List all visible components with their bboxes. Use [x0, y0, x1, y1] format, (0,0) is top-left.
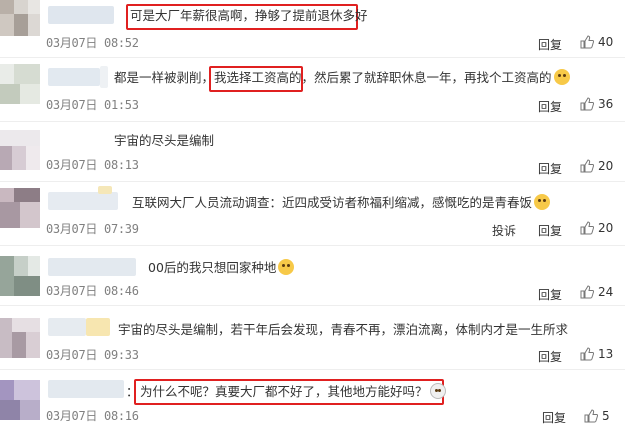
comment-text: 为什么不呢？真要大厂都不好了，其他地方能好吗？: [140, 383, 446, 401]
report-button[interactable]: 投诉: [492, 222, 516, 239]
username-blurred[interactable]: [98, 186, 112, 194]
comment-date: 03月07日 08:46: [46, 284, 139, 298]
like-count: 5: [602, 409, 610, 423]
thumbs-up-icon: [584, 409, 598, 423]
like-count: 36: [598, 97, 614, 111]
comment-date: 03月07日 09:33: [46, 348, 139, 362]
thumbs-up-icon: [580, 159, 594, 173]
avatar[interactable]: [0, 380, 40, 420]
like-button[interactable]: 20: [580, 159, 613, 173]
comment-text: 都是一样被剥削，我选择工资高的，然后累了就辞职休息一年，再找个工资高的: [114, 69, 570, 87]
comment-text: 宇宙的尽头是编制: [114, 133, 215, 148]
comment-text: 宇宙的尽头是编制，若干年后会发现，青春不再，漂泊流离，体制内才是一生所求: [118, 322, 569, 337]
reply-button[interactable]: 回复: [538, 36, 562, 53]
comment-item: 宇宙的尽头是编制 03月07日 08:13 回复 20: [0, 122, 625, 182]
comment-item: 宇宙的尽头是编制，若干年后会发现，青春不再，漂泊流离，体制内才是一生所求 03月…: [0, 306, 625, 370]
highlight-box: [209, 66, 303, 92]
panda-emoji: [429, 383, 446, 399]
comment-list: 可是大厂年薪很高啊，挣够了提前退休多好 03月07日 08:52 回复 40 都…: [0, 0, 625, 427]
username-blurred[interactable]: [86, 318, 110, 336]
like-count: 20: [598, 221, 614, 235]
like-button[interactable]: 36: [580, 97, 613, 111]
comment-date: 03月07日 01:53: [46, 98, 139, 112]
comment-text: 00后的我只想回家种地: [148, 259, 295, 277]
reply-button[interactable]: 回复: [542, 409, 566, 426]
comment-text: 可是大厂年薪很高啊，挣够了提前退休多好: [130, 8, 368, 23]
comment-text-part: 都是一样被剥削，: [114, 70, 215, 85]
comment-text-part: 然后累了就辞职休息一年，再找个工资高的: [314, 70, 552, 85]
like-count: 40: [598, 35, 614, 49]
like-count: 20: [598, 159, 614, 173]
reply-button[interactable]: 回复: [538, 348, 562, 365]
thumbs-up-icon: [580, 285, 594, 299]
username-blurred[interactable]: [48, 258, 136, 276]
like-button[interactable]: 5: [584, 409, 610, 423]
like-button[interactable]: 24: [580, 285, 613, 299]
username-blurred[interactable]: [48, 380, 124, 398]
comment-text-part: 互联网大厂人员流动调查：近四成受访者称福利缩减，感慨吃的是青春饭: [132, 195, 533, 210]
comment-date: 03月07日 08:52: [46, 36, 139, 50]
thumbs-up-icon: [580, 97, 594, 111]
like-button[interactable]: 13: [580, 347, 613, 361]
like-count: 24: [598, 285, 614, 299]
avatar[interactable]: [0, 0, 40, 36]
comment-item: ： 为什么不呢？真要大厂都不好了，其他地方能好吗？ 03月07日 08:16 回…: [0, 370, 625, 427]
like-button[interactable]: 20: [580, 221, 613, 235]
like-button[interactable]: 40: [580, 35, 613, 49]
like-count: 13: [598, 347, 614, 361]
username-blurred[interactable]: [48, 192, 118, 210]
comment-text: 互联网大厂人员流动调查：近四成受访者称福利缩减，感慨吃的是青春饭: [132, 194, 551, 212]
avatar[interactable]: [0, 188, 40, 228]
reply-button[interactable]: 回复: [538, 160, 562, 177]
avatar[interactable]: [0, 318, 40, 358]
username-blurred[interactable]: [100, 66, 108, 88]
avatar[interactable]: [0, 64, 40, 104]
worried-emoji: [534, 194, 551, 210]
comment-date: 03月07日 08:13: [46, 158, 139, 172]
username-blurred[interactable]: [48, 318, 86, 336]
comment-item: 00后的我只想回家种地 03月07日 08:46 回复 24: [0, 246, 625, 306]
comment-text-part: 00后的我只想回家种地: [148, 260, 277, 275]
comment-item: 都是一样被剥削，我选择工资高的，然后累了就辞职休息一年，再找个工资高的 03月0…: [0, 58, 625, 122]
username-blurred[interactable]: [48, 6, 114, 24]
laugh-cry-emoji: [553, 69, 570, 85]
comment-date: 03月07日 07:39: [46, 222, 139, 236]
avatar[interactable]: [0, 256, 40, 296]
comment-item: 可是大厂年薪很高啊，挣够了提前退休多好 03月07日 08:52 回复 40: [0, 0, 625, 58]
comment-text-part: 为什么不呢？真要大厂都不好了，其他地方能好吗？: [140, 384, 428, 399]
reply-button[interactable]: 回复: [538, 98, 562, 115]
thumbs-up-icon: [580, 347, 594, 361]
thumbs-up-icon: [580, 221, 594, 235]
reply-button[interactable]: 回复: [538, 222, 562, 239]
avatar[interactable]: [0, 130, 40, 170]
username-blurred[interactable]: [48, 68, 100, 86]
comment-date: 03月07日 08:16: [46, 409, 139, 423]
reply-button[interactable]: 回复: [538, 286, 562, 303]
comment-item: 互联网大厂人员流动调查：近四成受访者称福利缩减，感慨吃的是青春饭 03月07日 …: [0, 182, 625, 246]
thumbs-up-icon: [580, 35, 594, 49]
crying-emoji: [278, 259, 295, 275]
